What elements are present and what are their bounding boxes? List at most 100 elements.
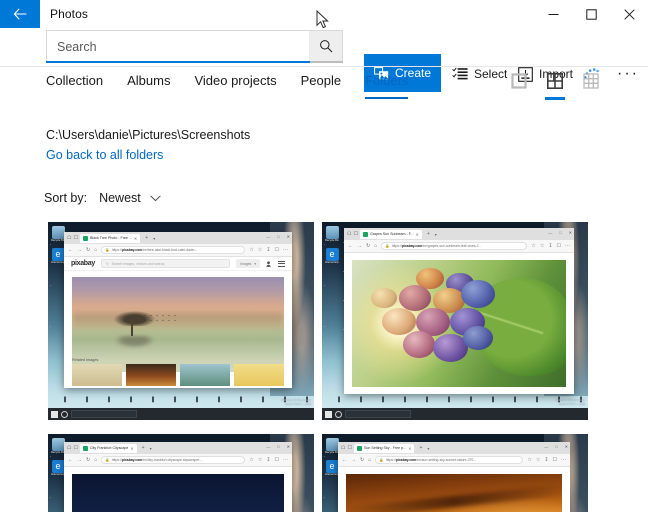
wallpaper-watermark: Windows 10 Pro Insider Build 17134.1 - 20… [555,398,585,406]
browser-tab-strip: ☖ ☐ Black Tree Photo - Free ... ✕ + ▾ — □… [64,232,292,244]
account-icon [266,260,271,267]
captured-taskbar [322,408,588,420]
desktop-icon-internet-explorer: e Internet Explorer [325,248,339,264]
taskbar-search-box [345,410,411,418]
photo-thumbnail-pixabay-grapes[interactable]: Recycle Bin e Internet Explorer Windows … [322,222,588,420]
back-button[interactable] [0,0,40,28]
captured-window-controls: — □ ✕ [544,444,568,449]
browser-page-content [338,467,570,512]
search-icon [320,40,333,53]
captured-browser-window: ☖ ☐ Grapes Sun Sunbeam - F... ✕ + ▾ — □ ✕ … [344,228,574,394]
captured-taskbar [48,408,314,420]
maximize-button[interactable] [572,0,610,28]
browser-tab: Black Tree Photo - Free ... ✕ [79,233,141,243]
wallpaper-watermark: Windows 10 Pro Insider Build 17134.1 - 20… [281,398,311,406]
taskbar-search-box [71,410,137,418]
browser-tab-title: City Frankfurt Cityscape [89,446,129,450]
desktop-icon-label: Recycle Bin [51,451,65,454]
tab-video-projects[interactable]: Video projects [194,67,276,97]
browser-url-field: 🔒 https://pixabay.com/en/city-frankfurt-… [101,456,246,464]
wallpaper-figures-strip [48,394,314,408]
search-focus-underline [46,61,310,63]
grid-3x3-icon [583,73,599,89]
title-bar: Photos [0,0,648,28]
view-medium-button[interactable] [544,70,566,100]
pixabay-search-field: ⚲ Search images, vectors and videos [100,259,231,268]
search-input[interactable] [47,31,309,62]
view-large-button[interactable] [508,70,530,92]
search-button[interactable] [309,31,342,61]
desktop-icon-recycle-bin: Recycle Bin [51,438,65,454]
sort-by-dropdown[interactable]: Newest [95,188,165,208]
desktop-icon-internet-explorer: e Internet Explorer [51,248,65,264]
single-square-icon [511,73,527,89]
browser-tab-strip: ☖ ☐ Sun Setting Sky - Free p... ✕ + ▾ — □… [338,442,570,454]
artwork-sunlit-grapes [352,260,566,387]
search-box [46,30,343,62]
site-favicon [356,445,362,451]
cortana-icon [61,410,68,418]
captured-browser-window: ☖ ☐ Sun Setting Sky - Free p... ✕ + ▾ — □… [338,442,570,512]
browser-url-field: 🔒 https://pixabay.com/en/sun-setting-sky… [375,456,524,464]
browser-url: https://pixabay.com/en/tree-lake-black-b… [111,248,198,252]
browser-page-content: pixabay ⚲ Search images, vectors and vid… [64,257,292,388]
desktop-icon-label: Recycle Bin [51,239,65,242]
navigation-bar: Collection Albums Video projects People … [0,67,648,104]
browser-url: https://pixabay.com/en/sun-setting-sky-s… [385,458,477,462]
browser-tab-strip: ☖ ☐ Grapes Sun Sunbeam - F... ✕ + ▾ — □ ✕ [344,228,574,240]
desktop-icon-label: Recycle Bin [325,451,339,454]
pixabay-logo: pixabay [71,260,95,267]
start-button-icon [51,410,58,418]
go-back-to-all-folders-link[interactable]: Go back to all folders [46,148,163,162]
close-button[interactable] [610,0,648,28]
pixabay-search-placeholder: Search images, vectors and videos [111,261,165,266]
browser-url-field: 🔒 https://pixabay.com/en/grapes-sun-sunb… [381,242,528,250]
view-medium-selected-underline [545,97,565,100]
desktop-icon-internet-explorer: e Internet Explorer [51,460,65,476]
browser-address-bar: ← → ↻ ⌂ 🔒 https://pixabay.com/en/grapes-su… [344,240,574,253]
image-viewer-frame [64,467,292,512]
photo-thumbnail-pixabay-tree[interactable]: Recycle Bin e Internet Explorer Windows … [48,222,314,420]
captured-browser-window: ☖ ☐ City Frankfurt Cityscape ✕ + ▾ — □ ✕ ←… [64,442,292,512]
sort-by-value: Newest [99,191,141,205]
browser-tab-strip: ☖ ☐ City Frankfurt Cityscape ✕ + ▾ — □ ✕ [64,442,292,454]
site-favicon [82,445,88,451]
browser-url: https://pixabay.com/en/grapes-sun-sunbea… [391,244,482,248]
pixabay-header-icons [266,260,285,267]
folder-path: C:\Users\danie\Pictures\Screenshots [46,128,251,142]
browser-page-content [64,467,292,512]
photos-app-window: Photos Search Create Select Import ··· C… [0,0,648,512]
desktop-icon-label: Recycle Bin [325,239,339,242]
image-viewer-frame [338,467,570,512]
desktop-icon-internet-explorer: e Internet Explorer [325,460,339,476]
tab-collection[interactable]: Collection [46,67,103,97]
artwork-fiery-sunset-sky [346,474,562,512]
cortana-icon [335,410,342,418]
captured-browser-window: ☖ ☐ Black Tree Photo - Free ... ✕ + ▾ — □… [64,232,292,388]
window-controls [534,0,648,28]
browser-tab: Grapes Sun Sunbeam - F... ✕ [359,229,422,239]
browser-tab-title: Sun Setting Sky - Free p... [363,446,407,450]
desktop-icon-label: Internet Explorer [325,473,339,476]
search-underline-tail [310,61,343,63]
browser-tab: Sun Setting Sky - Free p... ✕ [353,443,415,453]
pixabay-site-header: pixabay ⚲ Search images, vectors and vid… [64,257,292,271]
photo-thumbnail-pixabay-city[interactable]: Recycle Bin e Internet Explorer ☖ ☐ City… [48,434,314,512]
site-favicon [82,235,88,241]
related-thumbnail-row [72,364,284,386]
photo-thumbnail-pixabay-fire-sky[interactable]: Recycle Bin e Internet Explorer ☖ ☐ Sun … [322,434,588,512]
related-images-caption: Related images [72,358,99,362]
tab-people[interactable]: People [301,67,341,97]
view-small-button[interactable] [580,70,602,92]
pixabay-filter-dropdown: Images ▾ [236,259,260,268]
nav-tabs: Collection Albums Video projects People … [46,67,409,104]
tab-folders[interactable]: Folders [365,67,409,99]
desktop-icon-label: Internet Explorer [51,473,65,476]
app-title: Photos [50,7,88,21]
captured-window-controls: — □ ✕ [266,444,290,449]
browser-address-bar: ← → ↻ ⌂ 🔒 https://pixabay.com/en/city-fran… [64,454,292,467]
image-viewer-frame [344,253,574,394]
tab-albums[interactable]: Albums [127,67,170,97]
minimize-button[interactable] [534,0,572,28]
pixabay-related-images: Related images [72,358,284,386]
